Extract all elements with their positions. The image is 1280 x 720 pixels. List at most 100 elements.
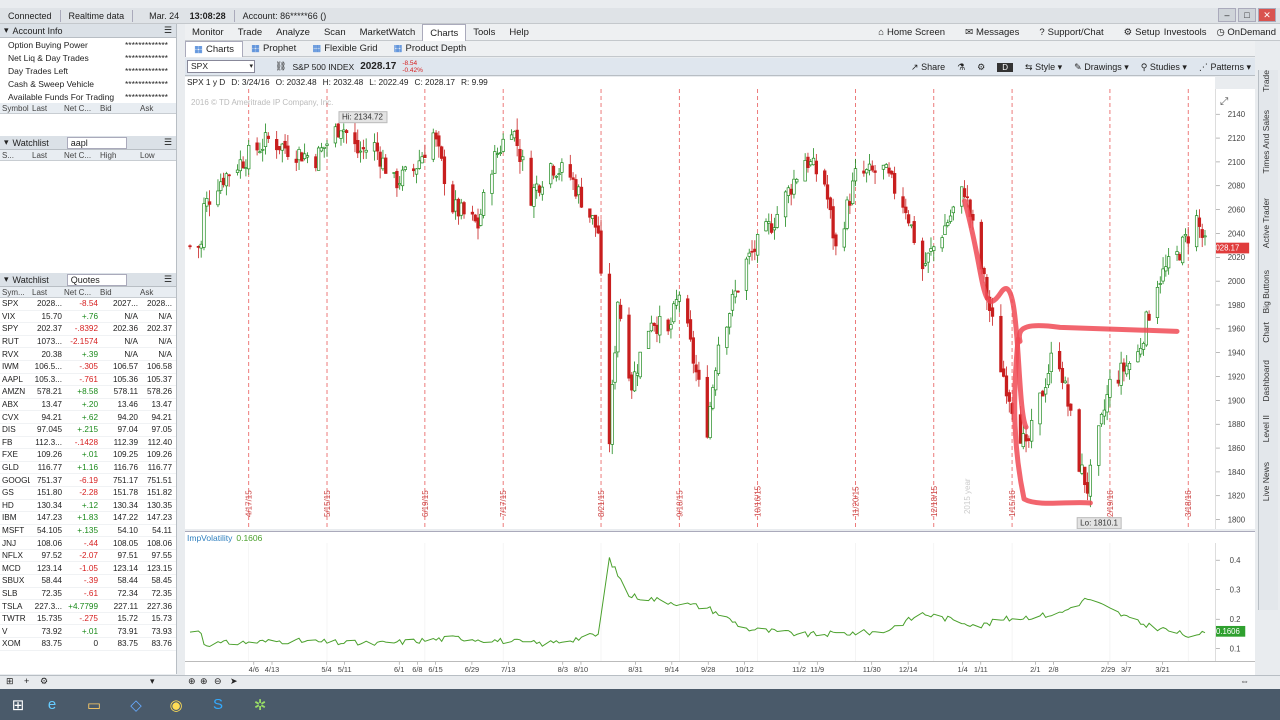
implied-volatility-chart[interactable] — [185, 543, 1215, 661]
table-row[interactable]: SPY 202.37 -.8392 202.36 202.37 — [0, 323, 176, 336]
zoom-in-icon[interactable]: ⊕ — [200, 676, 208, 687]
table-row[interactable]: HD 130.34 +.12 130.34 130.35 — [0, 500, 176, 513]
column-header[interactable]: Sym... — [0, 288, 30, 297]
table-row[interactable]: CVX 94.21 +.62 94.20 94.21 — [0, 411, 176, 424]
table-row[interactable]: VIX 15.70 +.76 N/A N/A — [0, 311, 176, 324]
column-header[interactable]: Ask — [138, 104, 172, 113]
watchlist2-select[interactable]: Quotes — [66, 273, 127, 286]
menu-help[interactable]: Help — [502, 24, 536, 41]
cursor-icon[interactable]: ➤ — [230, 676, 238, 687]
table-row[interactable]: GS 151.80 -2.28 151.78 151.82 — [0, 487, 176, 500]
study-name[interactable]: ImpVolatility — [187, 533, 232, 543]
symbol-input[interactable]: SPX ▾ — [187, 60, 255, 73]
side-tab-dashboard[interactable]: Dashboard — [1261, 360, 1271, 402]
table-row[interactable]: ABX 13.47 +.20 13.46 13.47 — [0, 399, 176, 412]
skype-icon[interactable]: S — [202, 691, 234, 718]
table-row[interactable]: RUT 1073... -2.1574 N/A N/A — [0, 336, 176, 349]
ondemand-link[interactable]: ◷ OnDemand — [1216, 27, 1276, 38]
chevron-down-icon[interactable]: ▾ — [249, 61, 253, 72]
table-row[interactable]: GOOGL 751.37 -6.19 751.17 751.51 — [0, 474, 176, 487]
tab-prophet[interactable]: ▦ Prophet — [243, 41, 304, 57]
column-header[interactable]: Bid — [98, 288, 138, 297]
share-button[interactable]: ↗ Share — [911, 62, 945, 73]
menu-marketwatch[interactable]: MarketWatch — [353, 24, 423, 41]
side-tab-live-news[interactable]: Live News — [1261, 462, 1271, 501]
home-screen-link[interactable]: ⌂ Home Screen — [868, 27, 955, 38]
table-row[interactable]: TWTR 15.735 -.275 15.72 15.73 — [0, 613, 176, 626]
menu-analyze[interactable]: Analyze — [269, 24, 317, 41]
column-header[interactable]: Last — [30, 288, 62, 297]
table-row[interactable]: JNJ 108.06 -.44 108.05 108.06 — [0, 537, 176, 550]
collapse-icon[interactable]: ▾ — [4, 274, 9, 285]
side-tab-chart[interactable]: Chart — [1261, 322, 1271, 343]
menu-monitor[interactable]: Monitor — [185, 24, 231, 41]
support-chat-link[interactable]: ? Support/Chat — [1029, 27, 1113, 38]
table-row[interactable]: GLD 116.77 +1.16 116.76 116.77 — [0, 462, 176, 475]
column-header[interactable]: Net C... — [62, 104, 98, 113]
account-info-header[interactable]: ▾ Account Info ☰ — [0, 24, 176, 38]
side-tab-big-buttons[interactable]: Big Buttons — [1261, 270, 1271, 313]
table-row[interactable]: SLB 72.35 -.61 72.34 72.35 — [0, 588, 176, 601]
dropbox-icon[interactable]: ◇ — [120, 691, 152, 718]
watchlist1-header[interactable]: ▾ Watchlist aapl ☰ — [0, 136, 176, 150]
menu-icon[interactable]: ☰ — [164, 274, 172, 285]
start-icon[interactable]: ⊞ — [2, 691, 34, 718]
column-header[interactable]: S... — [0, 151, 30, 160]
table-row[interactable]: FB 112.3... -.1428 112.39 112.40 — [0, 437, 176, 450]
table-row[interactable]: SPX 2028... -8.54 2027... 2028... — [0, 298, 176, 311]
close-icon[interactable]: ✕ — [1258, 8, 1276, 22]
menu-icon[interactable]: ☰ — [164, 137, 172, 148]
price-axis[interactable]: 1800 1820 1840 1860 1880 1900 1920 1940 1960 1980… — [1215, 89, 1255, 529]
folder-icon[interactable]: ▭ — [78, 691, 110, 718]
table-row[interactable]: TSLA 227.3... +4.7799 227.11 227.36 — [0, 600, 176, 613]
add-icon[interactable]: + — [24, 676, 29, 686]
tab-charts[interactable]: ▦ Charts — [185, 40, 243, 57]
menu-tools[interactable]: Tools — [466, 24, 502, 41]
timeframe-chip[interactable]: D — [997, 62, 1014, 72]
style-button[interactable]: ⇆ Style ▾ — [1025, 62, 1062, 73]
flask-icon[interactable]: ⚗ — [957, 62, 965, 73]
gear-icon[interactable]: ⚙ — [40, 676, 48, 687]
menu-icon[interactable]: ☰ — [164, 25, 172, 36]
account-label[interactable]: Account: 86*****66 () — [235, 11, 335, 21]
scroll-icon[interactable]: ⇔ — [1240, 676, 1249, 686]
column-header[interactable]: Net C... — [62, 151, 98, 160]
link-icon[interactable]: ⛓ — [275, 61, 286, 72]
collapse-icon[interactable]: ▾ — [4, 25, 9, 36]
pan-icon[interactable]: ⊕ — [188, 676, 196, 687]
menu-trade[interactable]: Trade — [231, 24, 269, 41]
studies-button[interactable]: ⚲ Studies ▾ — [1141, 62, 1187, 73]
table-row[interactable]: XOM 83.75 0 83.75 83.76 — [0, 638, 176, 651]
table-row[interactable]: FXE 109.26 +.01 109.25 109.26 — [0, 449, 176, 462]
column-header[interactable]: Last — [30, 151, 62, 160]
chevron-down-icon[interactable]: ▾ — [150, 676, 155, 687]
tab-flexible-grid[interactable]: ▦ Flexible Grid — [304, 41, 385, 57]
browser-icon[interactable]: e — [36, 691, 68, 718]
column-header[interactable]: Ask — [138, 288, 172, 297]
column-header[interactable]: Net C... — [62, 288, 98, 297]
table-row[interactable]: NFLX 97.52 -2.07 97.51 97.55 — [0, 550, 176, 563]
collapse-icon[interactable]: ▾ — [4, 137, 9, 148]
investools-link[interactable]: Investools — [1164, 27, 1207, 38]
gear-icon[interactable]: ⚙ — [977, 62, 985, 73]
chrome-icon[interactable]: ◉ — [160, 691, 192, 718]
zoom-out-icon[interactable]: ⊖ — [214, 676, 222, 687]
price-chart[interactable]: 4/17/15 5/15/15 6/19/15 7/17/15 8/21/15 9/18/… — [185, 89, 1215, 529]
patterns-button[interactable]: ⋰ Patterns ▾ — [1199, 62, 1251, 73]
table-row[interactable]: DIS 97.045 +.215 97.04 97.05 — [0, 424, 176, 437]
table-row[interactable]: MCD 123.14 -1.05 123.14 123.15 — [0, 562, 176, 576]
side-tab-level-ii[interactable]: Level II — [1261, 415, 1271, 442]
column-header[interactable]: High — [98, 151, 138, 160]
table-row[interactable]: IWM 106.5... -.305 106.57 106.58 — [0, 361, 176, 374]
side-tab-active-trader[interactable]: Active Trader — [1261, 198, 1271, 248]
maximize-icon[interactable]: □ — [1238, 8, 1256, 22]
table-row[interactable]: RVX 20.38 +.39 N/A N/A — [0, 348, 176, 361]
menu-charts[interactable]: Charts — [422, 23, 467, 41]
table-row[interactable]: V 73.92 +.01 73.91 73.93 — [0, 625, 176, 639]
table-row[interactable]: AAPL 105.3... -.761 105.36 105.37 — [0, 374, 176, 387]
thinkorswim-icon[interactable]: ✲ — [244, 691, 276, 718]
side-tab-trade[interactable]: Trade — [1261, 70, 1271, 92]
watchlist2-header[interactable]: ▾ Watchlist Quotes ☰ — [0, 273, 176, 287]
column-header[interactable]: Last — [30, 104, 62, 113]
table-row[interactable]: SBUX 58.44 -.39 58.44 58.45 — [0, 575, 176, 588]
